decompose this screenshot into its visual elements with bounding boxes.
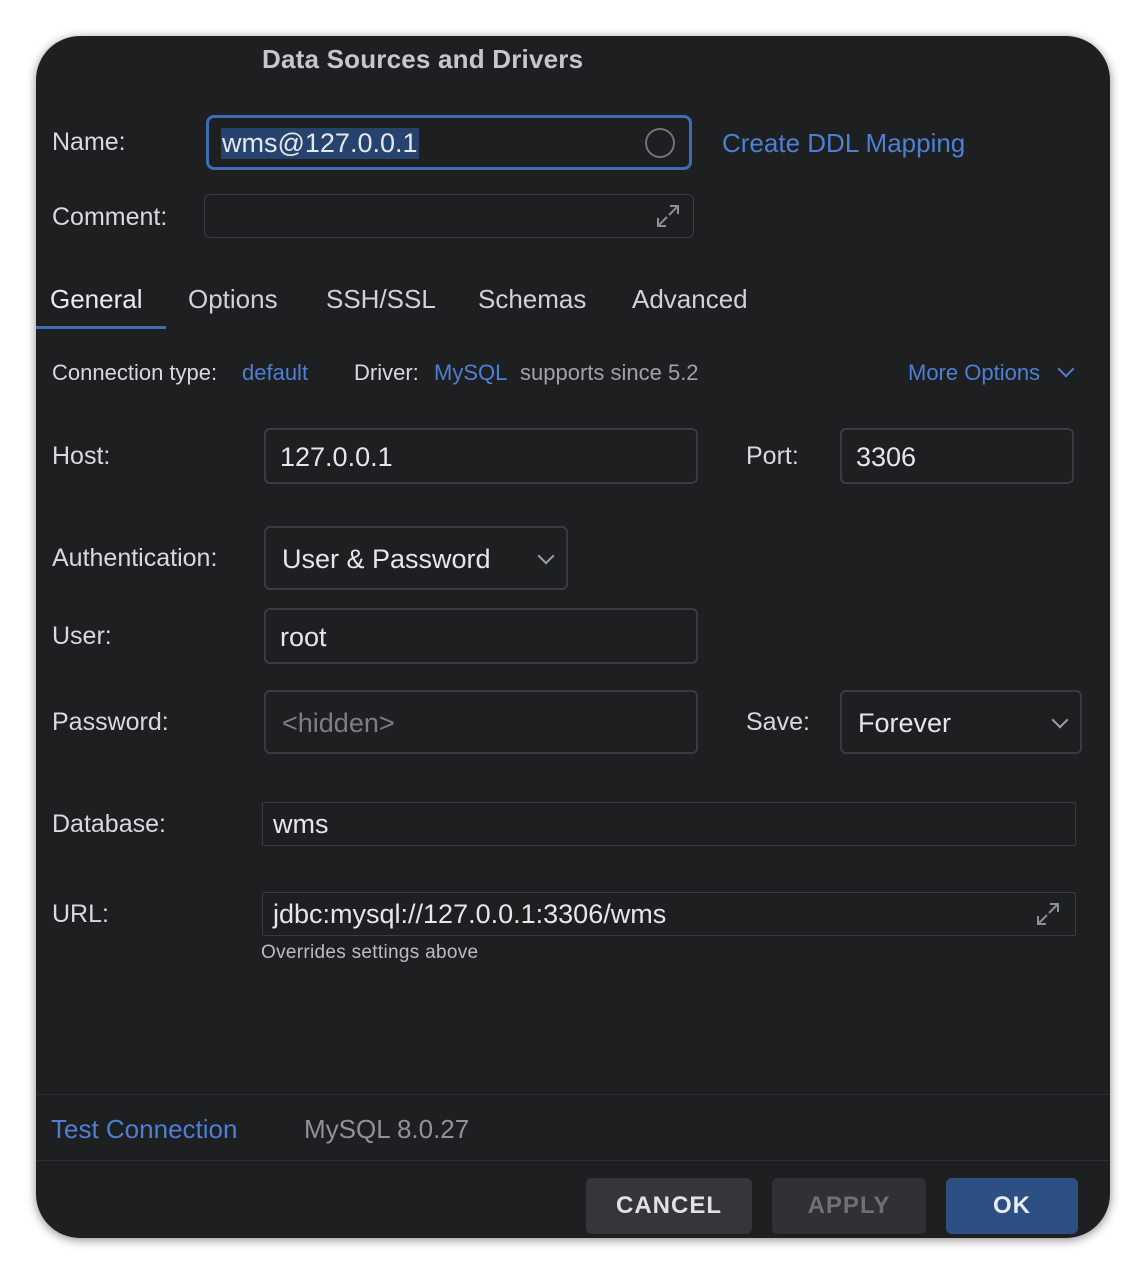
chevron-down-icon (1051, 711, 1069, 729)
apply-button[interactable]: APPLY (772, 1178, 926, 1234)
ok-button[interactable]: OK (946, 1178, 1078, 1234)
connection-type-link[interactable]: default (242, 360, 308, 386)
password-label: Password: (52, 708, 169, 736)
save-label: Save: (746, 708, 810, 736)
name-field[interactable]: wms@127.0.0.1 (206, 115, 692, 170)
user-input[interactable]: root (264, 608, 698, 664)
dialog-title: Data Sources and Drivers (262, 44, 584, 74)
footer-divider (36, 1094, 1110, 1095)
password-placeholder: <hidden> (282, 708, 395, 738)
buttons-divider (36, 1160, 1110, 1161)
tab-schemas[interactable]: Schemas (478, 284, 586, 315)
host-value: 127.0.0.1 (280, 442, 393, 472)
comment-field[interactable] (204, 194, 694, 238)
authentication-label: Authentication: (52, 544, 218, 572)
loading-circle-icon (645, 128, 675, 158)
tab-advanced[interactable]: Advanced (632, 284, 748, 315)
authentication-select[interactable]: User & Password (264, 526, 568, 590)
connection-type-label: Connection type: (52, 360, 218, 385)
name-label: Name: (52, 128, 126, 156)
name-input-value: wms@127.0.0.1 (221, 128, 419, 159)
tab-options[interactable]: Options (188, 284, 278, 315)
url-input[interactable]: jdbc:mysql://127.0.0.1:3306/wms (262, 892, 1076, 936)
save-value: Forever (858, 708, 952, 738)
database-input[interactable]: wms (262, 802, 1076, 846)
active-tab-underline (36, 326, 166, 329)
dialog-window: Data Sources and Drivers Name: wms@127.0… (36, 36, 1110, 1238)
url-value: jdbc:mysql://127.0.0.1:3306/wms (273, 899, 667, 929)
save-select[interactable]: Forever (840, 690, 1082, 754)
comment-label: Comment: (52, 203, 168, 231)
test-connection-link[interactable]: Test Connection (51, 1114, 237, 1145)
port-value: 3306 (856, 442, 917, 472)
user-value: root (280, 622, 327, 652)
more-options-link[interactable]: More Options (908, 360, 1040, 386)
server-version: MySQL 8.0.27 (304, 1114, 470, 1144)
host-input[interactable]: 127.0.0.1 (264, 428, 698, 484)
url-hint: Overrides settings above (261, 942, 479, 963)
cancel-button[interactable]: CANCEL (586, 1178, 752, 1234)
user-label: User: (52, 622, 112, 650)
create-ddl-mapping-link[interactable]: Create DDL Mapping (722, 128, 965, 159)
tab-general[interactable]: General (50, 284, 143, 315)
port-input[interactable]: 3306 (840, 428, 1074, 484)
authentication-value: User & Password (282, 544, 491, 574)
driver-link[interactable]: MySQL (434, 360, 507, 386)
chevron-down-icon[interactable] (1057, 360, 1075, 378)
url-label: URL: (52, 900, 109, 928)
port-label: Port: (746, 442, 799, 470)
driver-label: Driver: (354, 360, 419, 385)
expand-icon[interactable] (655, 203, 681, 229)
host-label: Host: (52, 442, 111, 470)
driver-note: supports since 5.2 (520, 360, 699, 385)
tab-ssh-ssl[interactable]: SSH/SSL (326, 284, 436, 315)
password-input[interactable]: <hidden> (264, 690, 698, 754)
database-label: Database: (52, 810, 166, 838)
database-value: wms (273, 809, 329, 839)
more-options-label: More Options (908, 360, 1041, 385)
expand-icon[interactable] (1035, 901, 1061, 927)
chevron-down-icon (537, 547, 555, 565)
